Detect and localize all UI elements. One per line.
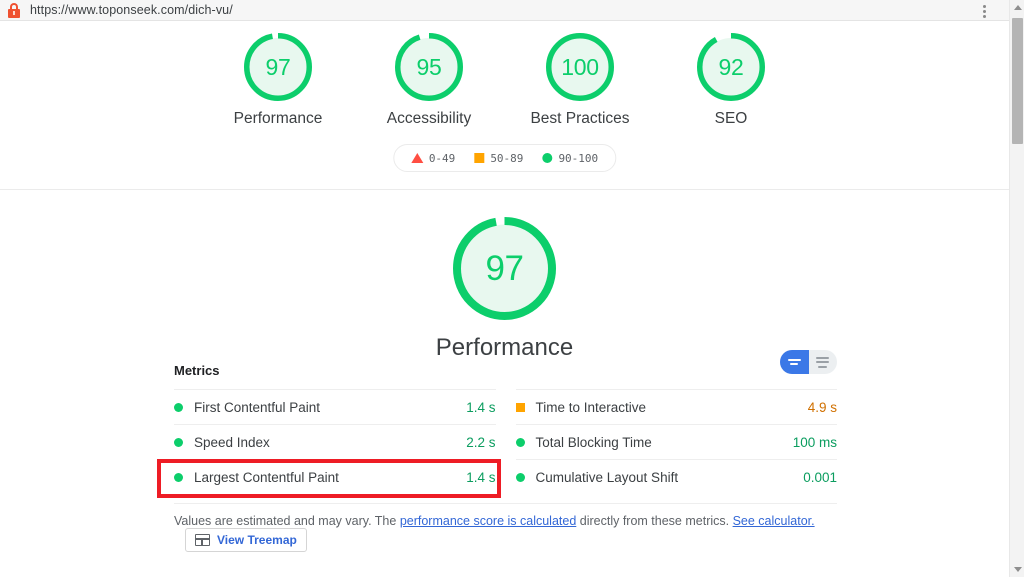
metric-row[interactable]: First Contentful Paint 1.4 s [174, 389, 496, 424]
metrics-column-left: First Contentful Paint 1.4 s Speed Index… [174, 389, 496, 494]
metric-value: 1.4 s [466, 470, 495, 485]
scroll-up-arrow-icon[interactable] [1010, 0, 1024, 15]
score-legend: 0-49 50-89 90-100 [393, 144, 616, 172]
gauge-ring: 97 [244, 33, 312, 101]
performance-title: Performance [436, 334, 573, 362]
performance-score: 97 [453, 217, 556, 320]
kebab-menu-icon[interactable] [977, 3, 991, 19]
metric-name: Cumulative Layout Shift [536, 470, 804, 485]
url-text: https://www.toponseek.com/dich-vu/ [30, 3, 233, 17]
metric-name: Speed Index [194, 435, 466, 450]
gauge-label: Performance [234, 110, 323, 128]
metrics-section: Metrics First Contentful Paint 1.4 [174, 362, 837, 530]
category-gauge[interactable]: 100 Best Practices [525, 33, 635, 128]
performance-gauge-block: 97 Performance [0, 217, 1009, 362]
gauge-score: 95 [395, 33, 463, 101]
performance-report-section: 97 Performance Metrics [0, 190, 1009, 577]
metric-value: 100 ms [793, 435, 837, 450]
metrics-view-toggle[interactable] [780, 350, 837, 374]
legend-label: 50-89 [490, 152, 523, 165]
see-calculator-link[interactable]: See calculator. [733, 514, 815, 528]
metric-row[interactable]: Total Blocking Time 100 ms [516, 424, 838, 459]
category-gauge[interactable]: 92 SEO [676, 33, 786, 128]
view-treemap-label: View Treemap [217, 533, 297, 547]
metric-value: 0.001 [803, 470, 837, 485]
metric-name: Total Blocking Time [536, 435, 793, 450]
performance-gauge: 97 [453, 217, 556, 320]
pagespeed-report-window: https://www.toponseek.com/dich-vu/ 97 Pe… [0, 0, 1024, 577]
vertical-scrollbar[interactable] [1009, 0, 1024, 577]
gauge-ring: 100 [546, 33, 614, 101]
gauge-score: 100 [546, 33, 614, 101]
metric-status-icon [516, 473, 525, 482]
gauge-score: 92 [697, 33, 765, 101]
lock-icon [7, 3, 21, 18]
legend-label: 90-100 [558, 152, 598, 165]
metric-status-icon [174, 403, 183, 412]
circle-icon [542, 153, 552, 163]
metric-status-icon [174, 438, 183, 447]
browser-url-bar[interactable]: https://www.toponseek.com/dich-vu/ [0, 0, 1009, 21]
category-gauge[interactable]: 97 Performance [223, 33, 333, 128]
legend-item: 0-49 [411, 152, 456, 165]
triangle-icon [411, 153, 423, 163]
metrics-header: Metrics [174, 362, 837, 384]
gauge-ring: 95 [395, 33, 463, 101]
legend-label: 0-49 [429, 152, 456, 165]
expand-view-icon[interactable] [780, 350, 809, 374]
metric-value: 1.4 s [466, 400, 495, 415]
metrics-note: Values are estimated and may vary. The p… [174, 503, 837, 530]
metric-row[interactable]: Cumulative Layout Shift 0.001 [516, 459, 838, 494]
metric-row[interactable]: Speed Index 2.2 s [174, 424, 496, 459]
legend-item: 50-89 [474, 152, 523, 165]
list-view-icon[interactable] [809, 350, 838, 374]
performance-score-link[interactable]: performance score is calculated [400, 514, 576, 528]
metric-row[interactable]: Largest Contentful Paint 1.4 s [174, 459, 496, 494]
gauge-label: SEO [715, 110, 748, 128]
note-part-1: Values are estimated and may vary. The [174, 514, 400, 528]
metric-value: 4.9 s [808, 400, 837, 415]
view-treemap-button[interactable]: View Treemap [185, 528, 307, 552]
gauge-label: Best Practices [530, 110, 629, 128]
legend-item: 90-100 [542, 152, 598, 165]
metric-status-icon [516, 403, 525, 412]
category-scores-panel: 97 Performance 95 Accessibility 100 Best… [0, 21, 1009, 190]
square-icon [474, 153, 484, 163]
treemap-icon [195, 534, 210, 546]
metric-name: Time to Interactive [536, 400, 808, 415]
category-gauges-row: 97 Performance 95 Accessibility 100 Best… [0, 33, 1009, 128]
scroll-down-arrow-icon[interactable] [1010, 562, 1024, 577]
scrollbar-thumb[interactable] [1012, 18, 1023, 144]
metrics-heading: Metrics [174, 363, 220, 378]
gauge-label: Accessibility [387, 110, 471, 128]
gauge-ring: 92 [697, 33, 765, 101]
note-part-2: directly from these metrics. [576, 514, 732, 528]
gauge-score: 97 [244, 33, 312, 101]
metric-name: First Contentful Paint [194, 400, 466, 415]
metrics-column-right: Time to Interactive 4.9 s Total Blocking… [516, 389, 838, 494]
metrics-columns: First Contentful Paint 1.4 s Speed Index… [174, 389, 837, 494]
metric-status-icon [174, 473, 183, 482]
category-gauge[interactable]: 95 Accessibility [374, 33, 484, 128]
metric-row[interactable]: Time to Interactive 4.9 s [516, 389, 838, 424]
metric-name: Largest Contentful Paint [194, 470, 466, 485]
metric-status-icon [516, 438, 525, 447]
metric-value: 2.2 s [466, 435, 495, 450]
